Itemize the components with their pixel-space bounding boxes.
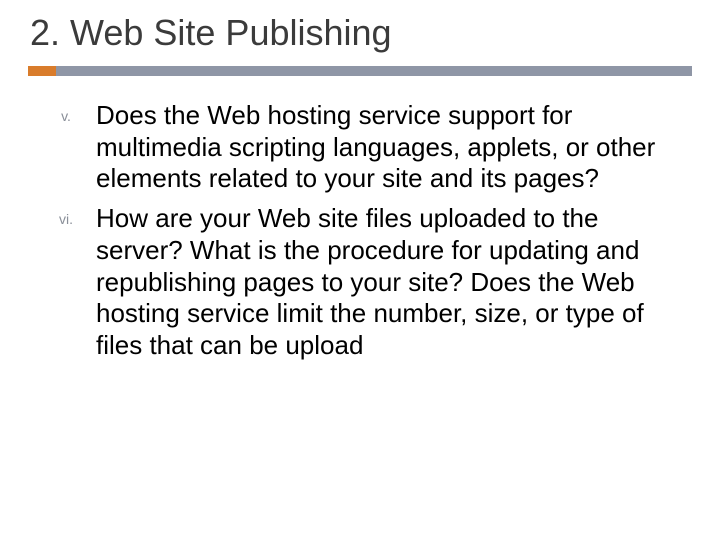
title-rule bbox=[28, 66, 692, 76]
list-marker: vi. bbox=[36, 203, 96, 362]
list-item: v. Does the Web hosting service support … bbox=[36, 100, 692, 195]
slide: 2. Web Site Publishing v. Does the Web h… bbox=[0, 0, 720, 540]
list-item: vi. How are your Web site files uploaded… bbox=[36, 203, 692, 362]
rule-accent bbox=[28, 66, 56, 76]
list-marker: v. bbox=[36, 100, 96, 195]
rule-main bbox=[56, 66, 692, 76]
page-title: 2. Web Site Publishing bbox=[28, 12, 692, 54]
list-text: How are your Web site files uploaded to … bbox=[96, 203, 692, 362]
list: v. Does the Web hosting service support … bbox=[28, 100, 692, 362]
list-text: Does the Web hosting service support for… bbox=[96, 100, 692, 195]
